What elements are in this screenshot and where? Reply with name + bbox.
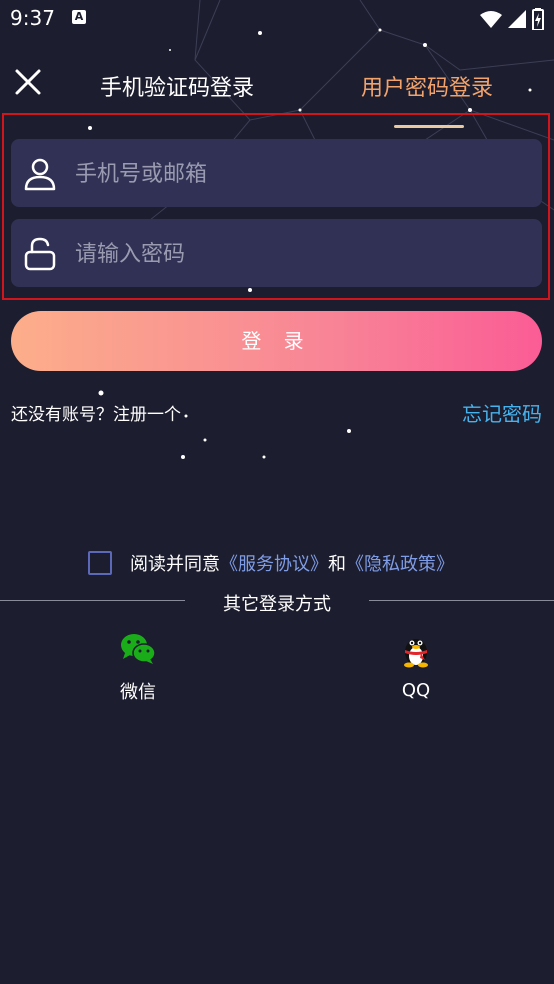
notification-icon: A bbox=[72, 10, 86, 24]
signal-icon bbox=[508, 10, 526, 28]
service-agreement-link[interactable]: 《服务协议》 bbox=[220, 554, 328, 575]
divider-right bbox=[369, 600, 554, 601]
agreement-row: 阅读并同意《服务协议》和《隐私政策》 bbox=[88, 550, 454, 576]
agreement-and: 和 bbox=[328, 554, 346, 575]
header: 手机验证码登录 用户密码登录 bbox=[0, 60, 554, 110]
wechat-icon bbox=[121, 634, 156, 664]
forgot-password-link[interactable]: 忘记密码 bbox=[462, 398, 542, 427]
agreement-text: 阅读并同意《服务协议》和《隐私政策》 bbox=[130, 550, 454, 576]
agreement-checkbox[interactable] bbox=[88, 551, 112, 575]
other-login-title: 其它登录方式 bbox=[223, 594, 331, 615]
battery-icon bbox=[532, 8, 544, 30]
wechat-label: 微信 bbox=[120, 682, 156, 703]
qq-login[interactable]: QQ bbox=[366, 632, 466, 701]
form-highlight-box bbox=[2, 113, 550, 300]
privacy-policy-link[interactable]: 《隐私政策》 bbox=[346, 554, 454, 575]
status-time: 9:37 bbox=[10, 6, 55, 30]
wechat-login[interactable]: 微信 bbox=[88, 632, 188, 704]
tab-sms-login[interactable]: 手机验证码登录 bbox=[100, 70, 254, 102]
tab-password-login[interactable]: 用户密码登录 bbox=[361, 70, 493, 102]
system-icons bbox=[480, 8, 544, 30]
wifi-icon bbox=[480, 11, 502, 28]
close-icon[interactable] bbox=[14, 68, 42, 96]
agreement-prefix: 阅读并同意 bbox=[130, 554, 220, 575]
register-link[interactable]: 还没有账号？注册一个 bbox=[11, 400, 181, 425]
status-bar: 9:37 A bbox=[0, 0, 554, 38]
qq-label: QQ bbox=[401, 680, 431, 701]
qq-icon bbox=[404, 639, 428, 668]
login-button[interactable]: 登 录 bbox=[11, 311, 542, 371]
